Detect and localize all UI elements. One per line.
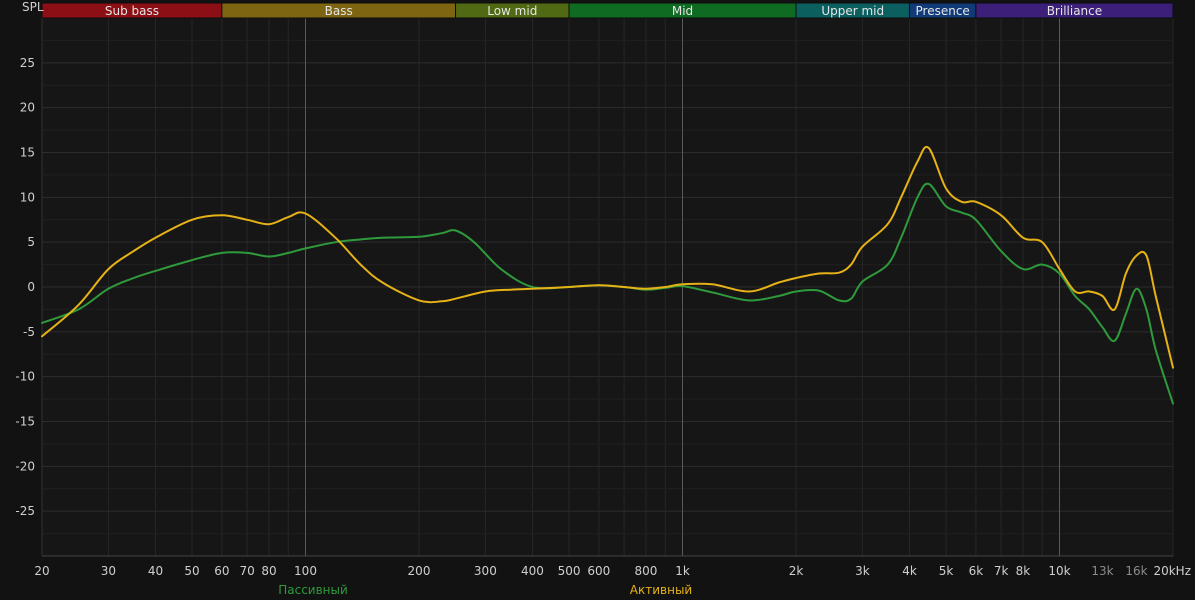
- frequency-band-header: Sub bass Bass Low mid Mid Upper mid Presence B…: [41, 2, 1174, 19]
- x-tick-label: 1k: [675, 564, 690, 578]
- x-tick-label: 6k: [969, 564, 984, 578]
- band-3-label: Mid: [672, 4, 693, 18]
- y-tick-label: -15: [15, 415, 35, 429]
- x-tick-label: 7k: [994, 564, 1009, 578]
- band-5-label: Presence: [916, 4, 970, 18]
- y-tick-label: -5: [23, 325, 35, 339]
- x-tick-label: 500: [558, 564, 581, 578]
- frequency-response-chart: Sub bass Bass Low mid Mid Upper mid Presence B…: [0, 0, 1195, 600]
- x-tick-label: 70: [239, 564, 254, 578]
- y-tick-label: 10: [20, 190, 35, 204]
- x-tick-label: 3k: [855, 564, 870, 578]
- y-axis-label: SPL: [22, 0, 44, 14]
- y-tick-label: 25: [20, 56, 35, 70]
- x-tick-label: 300: [474, 564, 497, 578]
- x-tick-label: 30: [101, 564, 116, 578]
- y-tick-label: 5: [27, 235, 35, 249]
- x-tick-label: 8k: [1016, 564, 1031, 578]
- y-tick-label: -20: [15, 459, 35, 473]
- y-tick-label: -10: [15, 370, 35, 384]
- band-1-label: Bass: [325, 4, 353, 18]
- x-tick-label: 80: [261, 564, 276, 578]
- x-tick-label: 600: [587, 564, 610, 578]
- y-tick-label: -25: [15, 504, 35, 518]
- band-6-label: Brilliance: [1047, 4, 1102, 18]
- band-0-label: Sub bass: [105, 4, 159, 18]
- x-tick-label: 50: [184, 564, 199, 578]
- legend-item-0: Пассивный: [278, 583, 348, 597]
- x-tick-label: 13k: [1091, 564, 1113, 578]
- x-tick-label: 20: [34, 564, 49, 578]
- x-tick-label: 400: [521, 564, 544, 578]
- band-4-label: Upper mid: [821, 4, 884, 18]
- x-tick-label: 20kHz: [1153, 564, 1191, 578]
- x-tick-label: 100: [294, 564, 317, 578]
- y-tick-label: 20: [20, 101, 35, 115]
- legend-item-1: Активный: [630, 583, 692, 597]
- x-tick-label: 40: [148, 564, 163, 578]
- x-tick-label: 800: [635, 564, 658, 578]
- x-tick-label: 2k: [789, 564, 804, 578]
- x-tick-label: 4k: [902, 564, 917, 578]
- x-tick-label: 60: [214, 564, 229, 578]
- x-tick-label: 200: [408, 564, 431, 578]
- x-tick-label: 16k: [1125, 564, 1147, 578]
- x-tick-label: 10k: [1048, 564, 1070, 578]
- x-tick-label: 5k: [939, 564, 954, 578]
- band-2-label: Low mid: [487, 4, 537, 18]
- y-tick-label: 15: [20, 146, 35, 160]
- y-tick-label: 0: [27, 280, 35, 294]
